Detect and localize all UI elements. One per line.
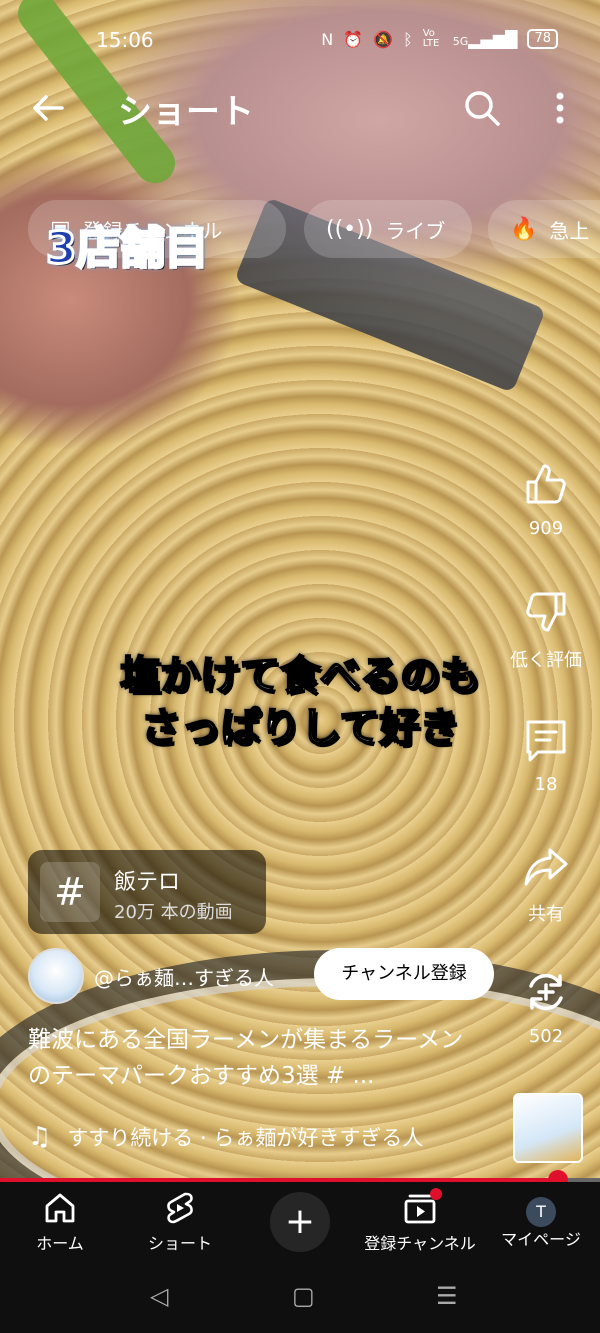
status-icons: N ⏰ 🔕 ᛒ Vo LTE 5G▂▄▆█ 78 [321, 29, 558, 49]
dislike-button[interactable]: 低く評価 [505, 588, 587, 672]
status-bar: 15:06 N ⏰ 🔕 ᛒ Vo LTE 5G▂▄▆█ 78 [0, 0, 600, 80]
hashtag-video-count: 20万 本の動画 [114, 902, 233, 923]
channel-avatar[interactable] [28, 948, 84, 1004]
share-icon [524, 848, 568, 886]
channel-name[interactable]: @らぁ麺…すぎる人 [94, 962, 274, 991]
chip-label: 急上 [549, 218, 590, 243]
alarm-icon: ⏰ [343, 29, 364, 49]
music-text: すすり続ける · らぁ麺が好きすぎる人 [67, 1126, 424, 1150]
live-icon: ((•)) [326, 216, 374, 242]
system-back-icon[interactable]: ◁ [150, 1282, 168, 1310]
dislike-label: 低く評価 [510, 650, 582, 671]
more-options-button[interactable] [540, 86, 580, 130]
video-overlay-logo: 3店舗目 [45, 222, 211, 276]
status-time: 15:06 [96, 28, 154, 52]
bluetooth-icon: ᛒ [403, 29, 413, 49]
home-icon [45, 1193, 75, 1223]
like-button[interactable]: 909 [516, 460, 576, 539]
nav-home[interactable]: ホーム [30, 1190, 90, 1254]
nav-shorts[interactable]: ショート [140, 1190, 220, 1254]
search-icon [465, 91, 500, 126]
search-button[interactable] [460, 86, 504, 130]
trending-icon: 🔥 [510, 216, 538, 242]
channel-row: @らぁ麺…すぎる人 チャンネル登録 [28, 948, 498, 1004]
shorts-icon [167, 1192, 193, 1224]
subscribe-button[interactable]: チャンネル登録 [314, 948, 494, 1000]
hashtag-icon: # [40, 862, 100, 922]
user-avatar: T [526, 1197, 556, 1227]
mute-icon: 🔕 [373, 29, 394, 49]
5g-signal-icon: 5G▂▄▆█ [452, 29, 518, 49]
system-home-icon[interactable]: ▢ [292, 1282, 315, 1310]
arrow-left-icon [33, 95, 64, 121]
new-content-dot [430, 1188, 442, 1200]
remix-icon [529, 973, 563, 1011]
sound-thumbnail[interactable] [513, 1093, 583, 1163]
nav-mypage[interactable]: T マイページ [498, 1190, 584, 1250]
comments-button[interactable]: 18 [516, 716, 576, 795]
system-navigation-bar: ◁ ▢ ☰ [0, 1262, 600, 1333]
more-vert-icon [556, 92, 564, 124]
thumb-up-icon [526, 464, 566, 504]
music-row[interactable]: ♫ すすり続ける · らぁ麺が好きすぎる人 [28, 1122, 423, 1152]
video-caption-line2: さっぱりして好き [140, 704, 461, 752]
battery-indicator: 78 [527, 29, 558, 49]
chip-label: ライブ [385, 218, 446, 243]
nav-mypage-label: マイページ [501, 1230, 581, 1249]
chip-live[interactable]: ((•)) ライブ [304, 200, 472, 258]
chip-trending[interactable]: 🔥 急上 [488, 200, 600, 258]
nav-subscriptions-label: 登録チャンネル [364, 1234, 476, 1253]
remix-count: 502 [528, 1026, 564, 1047]
hashtag-title: 飯テロ [114, 870, 181, 895]
page-title: ショート [118, 92, 254, 132]
comment-count: 18 [534, 774, 558, 795]
music-note-icon: ♫ [28, 1122, 52, 1152]
system-recents-icon[interactable]: ☰ [436, 1282, 458, 1310]
nav-shorts-label: ショート [147, 1234, 212, 1253]
shorts-screen: 15:06 N ⏰ 🔕 ᛒ Vo LTE 5G▂▄▆█ 78 ショート ▣ 登録… [0, 0, 600, 1333]
top-app-bar: ショート [0, 80, 600, 140]
share-label: 共有 [528, 904, 564, 925]
hashtag-chip[interactable]: # 飯テロ 20万 本の動画 [28, 850, 266, 934]
nav-home-label: ホーム [36, 1234, 84, 1253]
comment-icon [526, 720, 566, 762]
thumb-down-icon [526, 592, 566, 632]
nfc-icon: N [321, 29, 334, 49]
share-button[interactable]: 共有 [516, 842, 576, 926]
like-count: 909 [528, 518, 564, 539]
volte-icon: Vo LTE [422, 28, 440, 49]
video-description[interactable]: 難波にある全国ラーメンが集まるラーメンのテーマパークおすすめ3選 # ... [28, 1022, 478, 1094]
create-button[interactable]: + [270, 1192, 330, 1252]
nav-subscriptions[interactable]: 登録チャンネル [360, 1188, 480, 1254]
back-button[interactable] [28, 88, 68, 128]
remix-button[interactable]: 502 [516, 968, 576, 1047]
bottom-navigation: ホーム ショート + 登録チャンネル T マイページ [0, 1182, 600, 1262]
